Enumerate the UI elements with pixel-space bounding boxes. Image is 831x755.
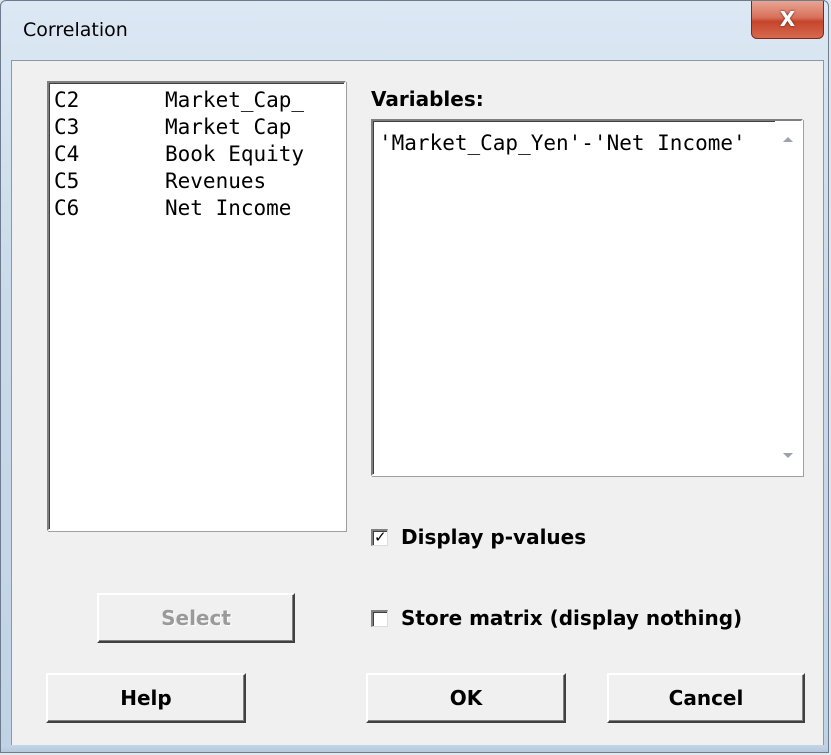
window-frame-bottom	[1, 745, 828, 752]
checkmark-icon: ✓	[374, 527, 387, 546]
correlation-dialog: Correlation X C2 Market_Cap_ C3 Market C…	[0, 0, 829, 753]
list-item-name: Market Cap	[165, 115, 292, 139]
scroll-up-icon[interactable]	[783, 137, 793, 142]
list-item-name: Net Income	[165, 196, 292, 220]
list-item-name: Revenues	[165, 169, 267, 193]
list-item[interactable]: C4 Book Equity	[54, 141, 344, 168]
list-item[interactable]: C3 Market Cap	[54, 114, 344, 141]
store-matrix-label[interactable]: Store matrix (display nothing)	[401, 606, 742, 630]
list-item-name: Market_Cap_	[165, 88, 305, 112]
variables-scrollbar[interactable]	[775, 121, 801, 474]
window-title: Correlation	[23, 19, 128, 41]
list-item-id: C5	[54, 169, 80, 193]
close-button[interactable]: X	[751, 1, 824, 39]
display-pvalues-option[interactable]: ✓ Display p-values	[371, 525, 586, 549]
columns-listbox[interactable]: C2 Market_Cap_ C3 Market Cap C4 Book Equ…	[47, 81, 346, 531]
list-item-id: C2	[54, 88, 80, 112]
variables-field[interactable]: 'Market_Cap_Yen'-'Net Income'	[371, 119, 803, 476]
display-pvalues-checkbox[interactable]: ✓	[371, 527, 388, 546]
store-matrix-checkbox[interactable]	[371, 609, 388, 627]
ok-button[interactable]: OK	[366, 673, 566, 723]
list-item[interactable]: C5 Revenues	[54, 168, 344, 195]
select-button[interactable]: Select	[97, 593, 295, 643]
cancel-button[interactable]: Cancel	[607, 673, 805, 723]
variables-value[interactable]: 'Market_Cap_Yen'-'Net Income'	[379, 131, 759, 156]
list-item-id: C4	[54, 142, 80, 166]
store-matrix-option[interactable]: Store matrix (display nothing)	[371, 606, 742, 630]
list-item-name: Book Equity	[165, 142, 305, 166]
display-pvalues-label[interactable]: Display p-values	[401, 525, 586, 549]
list-item[interactable]: C6 Net Income	[54, 195, 344, 222]
list-item[interactable]: C2 Market_Cap_	[54, 87, 344, 114]
variables-label: Variables:	[371, 87, 484, 111]
close-icon: X	[779, 6, 796, 31]
scroll-down-icon[interactable]	[783, 453, 793, 458]
dialog-body: C2 Market_Cap_ C3 Market Cap C4 Book Equ…	[11, 60, 824, 748]
list-item-id: C6	[54, 196, 80, 220]
title-bar: Correlation X	[1, 1, 828, 61]
help-button[interactable]: Help	[46, 673, 246, 723]
list-item-id: C3	[54, 115, 80, 139]
